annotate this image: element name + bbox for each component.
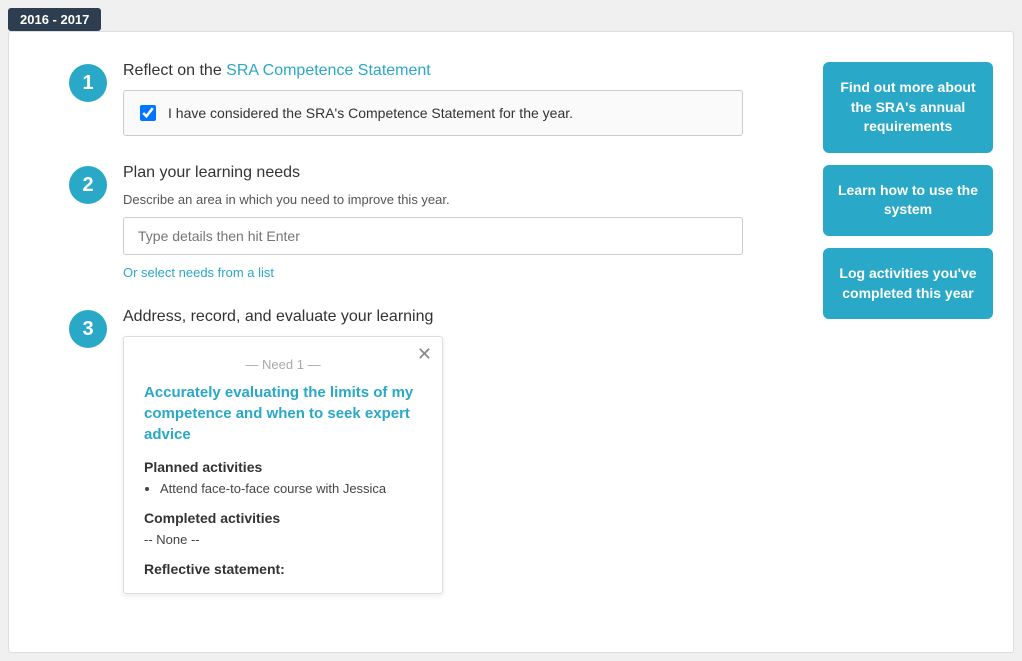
learn-how-button[interactable]: Learn how to use the system xyxy=(823,165,993,236)
checkbox-label: I have considered the SRA's Competence S… xyxy=(168,105,573,121)
need-popup: ✕ — Need 1 — Accurately evaluating the l… xyxy=(123,336,443,594)
step-1-title: Reflect on the SRA Competence Statement xyxy=(123,62,829,80)
content-area: 1 Reflect on the SRA Competence Statemen… xyxy=(69,62,829,594)
checkbox-box: I have considered the SRA's Competence S… xyxy=(123,90,743,136)
step-2: 2 Plan your learning needs Describe an a… xyxy=(69,164,829,280)
step-3-number: 3 xyxy=(69,310,107,348)
sidebar-buttons: Find out more about the SRA's annual req… xyxy=(823,62,993,319)
popup-close-button[interactable]: ✕ xyxy=(417,345,432,363)
or-select-link[interactable]: Or select needs from a list xyxy=(123,265,274,280)
step-3-content: Address, record, and evaluate your learn… xyxy=(123,308,829,594)
step-1: 1 Reflect on the SRA Competence Statemen… xyxy=(69,62,829,136)
planned-activities-title: Planned activities xyxy=(144,459,422,475)
step-1-number: 1 xyxy=(69,64,107,102)
step-1-content: Reflect on the SRA Competence Statement … xyxy=(123,62,829,136)
need-title: Accurately evaluating the limits of my c… xyxy=(144,382,422,445)
planned-activity-item: Attend face-to-face course with Jessica xyxy=(160,481,422,496)
step-2-content: Plan your learning needs Describe an are… xyxy=(123,164,829,280)
year-badge: 2016 - 2017 xyxy=(8,8,101,31)
completed-activities-none: -- None -- xyxy=(144,532,422,547)
planned-activities-list: Attend face-to-face course with Jessica xyxy=(144,481,422,496)
step-2-subtitle: Describe an area in which you need to im… xyxy=(123,192,829,207)
competence-checkbox[interactable] xyxy=(140,105,156,121)
reflective-statement-title: Reflective statement: xyxy=(144,561,422,577)
log-activities-button[interactable]: Log activities you've completed this yea… xyxy=(823,248,993,319)
step-3-title: Address, record, and evaluate your learn… xyxy=(123,308,829,326)
step-1-title-prefix: Reflect on the xyxy=(123,62,226,79)
main-container: 1 Reflect on the SRA Competence Statemen… xyxy=(8,31,1014,653)
learning-needs-input[interactable] xyxy=(123,217,743,255)
step-3: 3 Address, record, and evaluate your lea… xyxy=(69,308,829,594)
sra-competence-link[interactable]: SRA Competence Statement xyxy=(226,62,431,79)
completed-activities-title: Completed activities xyxy=(144,510,422,526)
step-2-title: Plan your learning needs xyxy=(123,164,829,182)
step-2-number: 2 xyxy=(69,166,107,204)
find-out-more-button[interactable]: Find out more about the SRA's annual req… xyxy=(823,62,993,153)
need-label: — Need 1 — xyxy=(144,357,422,372)
